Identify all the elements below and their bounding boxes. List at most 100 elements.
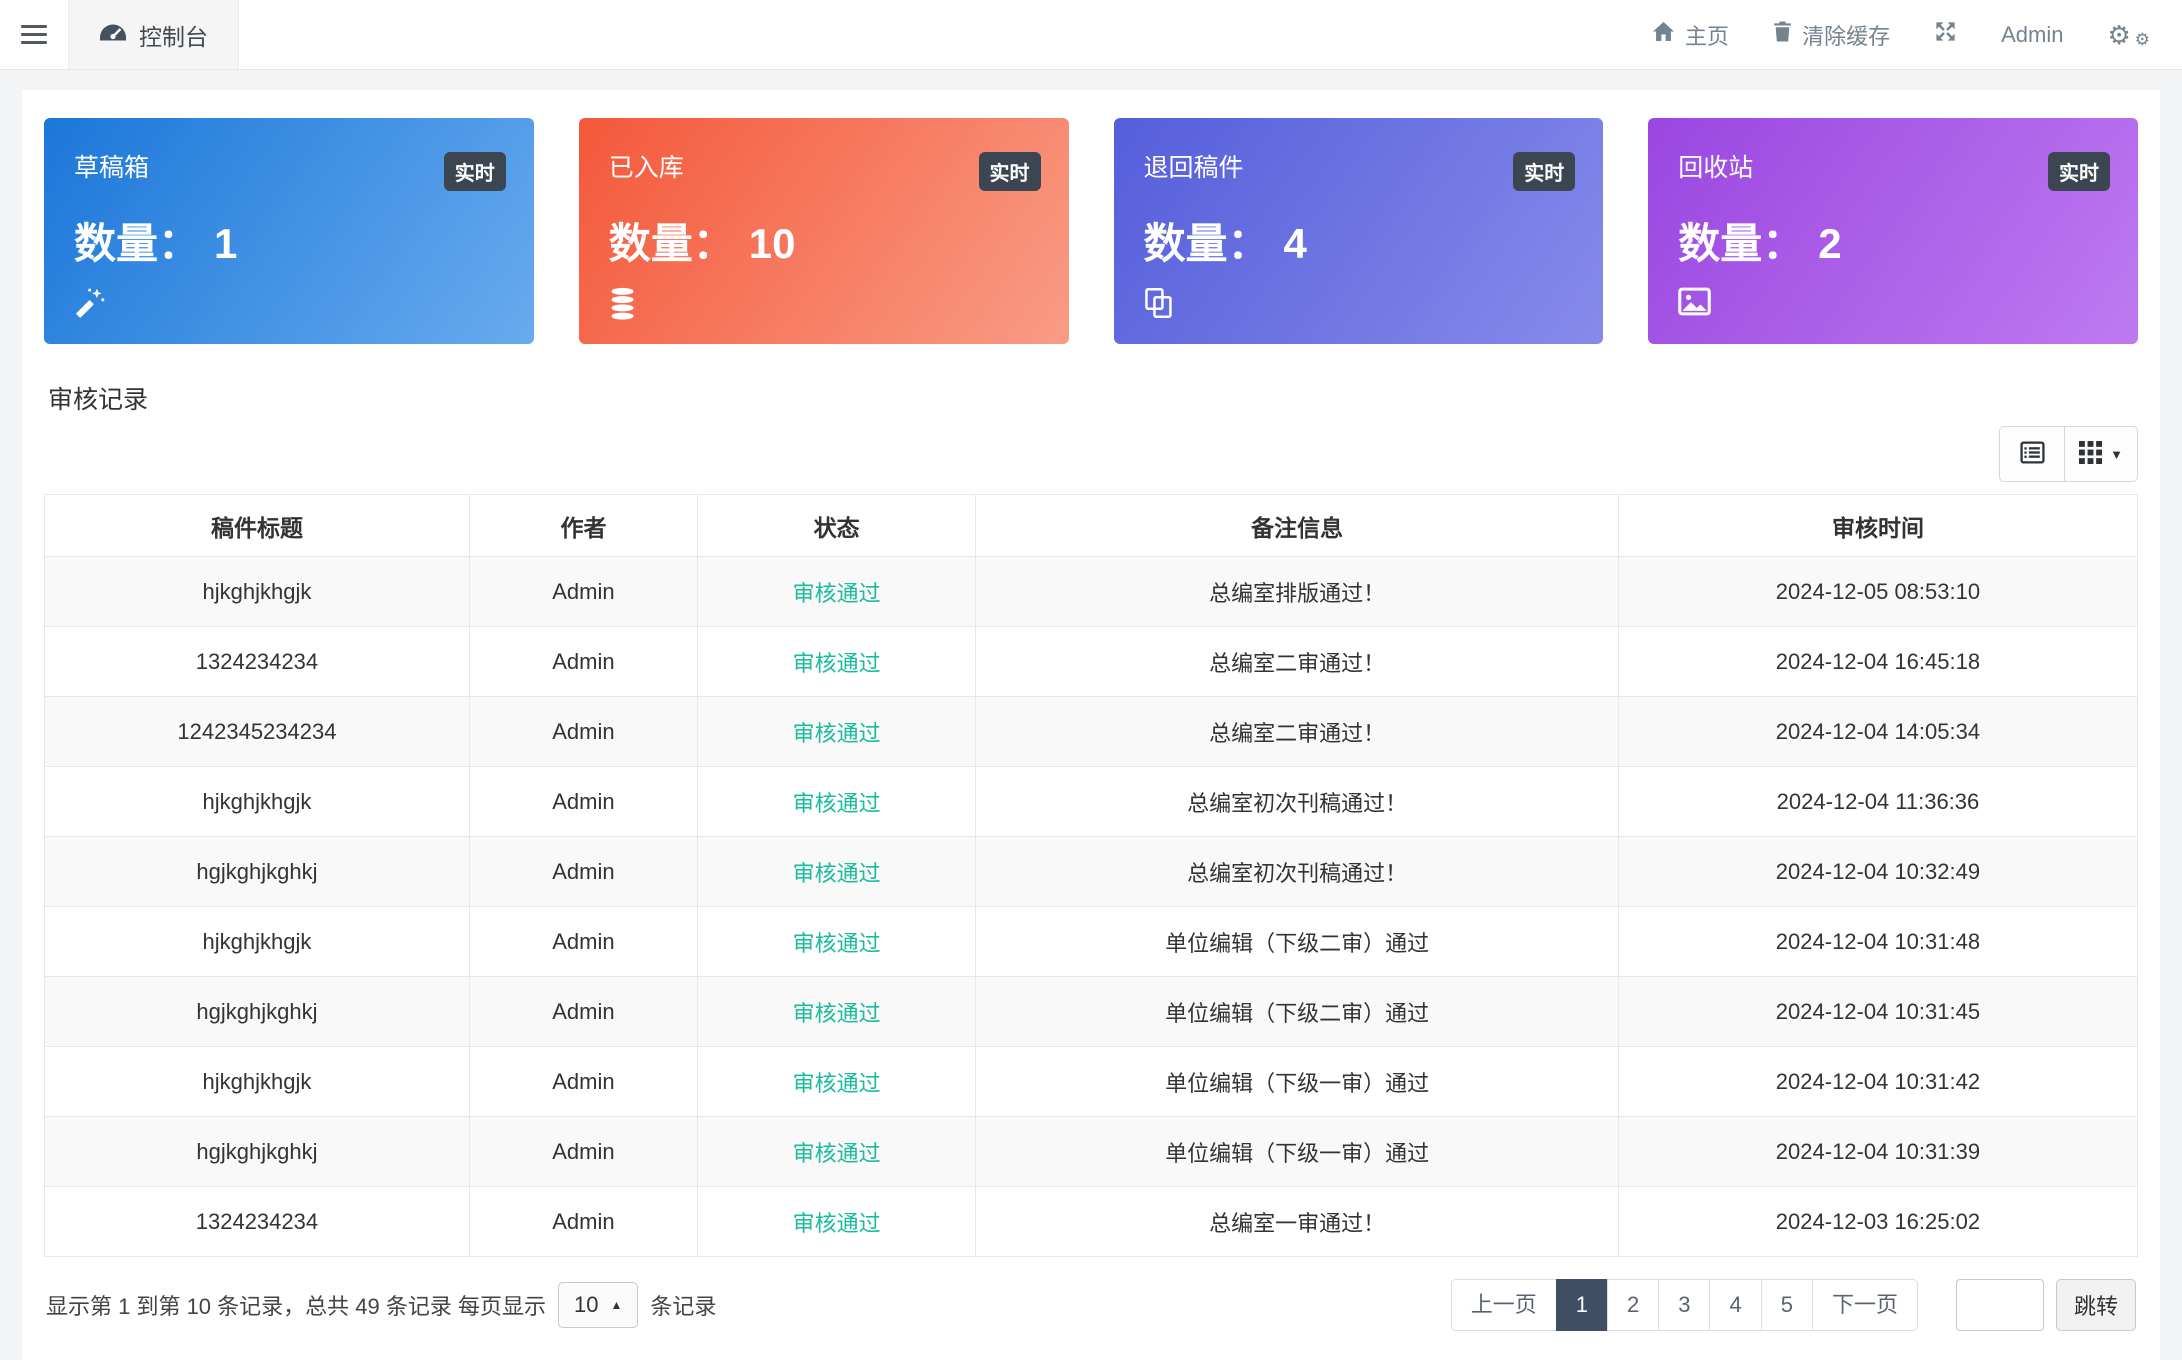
main-content-panel: 草稿箱 实时 数量： 1 已入库 实时 数量： 10 退回稿件 实时 数量： 4: [22, 90, 2160, 1360]
status-link[interactable]: 审核通过: [793, 651, 881, 676]
manuscript-title-cell: hjkghjkhgjk: [45, 907, 470, 977]
column-header: 状态: [698, 495, 976, 557]
status-cell: 审核通过: [698, 977, 976, 1047]
settings-button[interactable]: ⚙⚙: [2085, 0, 2172, 69]
page-button-5[interactable]: 5: [1761, 1279, 1813, 1331]
audit-time-cell: 2024-12-05 08:53:10: [1618, 557, 2137, 627]
author-cell: Admin: [469, 1117, 697, 1187]
user-menu-label: Admin: [2001, 22, 2063, 48]
caret-up-icon: ▲: [610, 1298, 622, 1312]
stat-card-3[interactable]: 退回稿件 实时 数量： 4: [1114, 118, 1604, 344]
image-icon: [1678, 287, 2108, 321]
table-row: hjkghjkhgjkAdmin审核通过总编室排版通过！2024-12-05 0…: [45, 557, 2138, 627]
status-link[interactable]: 审核通过: [793, 791, 881, 816]
magic-wand-icon: [74, 287, 504, 321]
author-cell: Admin: [469, 557, 697, 627]
page-button-2[interactable]: 2: [1607, 1279, 1659, 1331]
table-row: 1324234234Admin审核通过总编室二审通过！2024-12-04 16…: [45, 627, 2138, 697]
card-count-value: 1: [214, 220, 237, 268]
hamburger-icon: [21, 25, 47, 28]
manuscript-title-cell: hgjkghjkghkj: [45, 977, 470, 1047]
next-page-button[interactable]: 下一页: [1812, 1279, 1918, 1331]
audit-time-cell: 2024-12-03 16:25:02: [1618, 1187, 2137, 1257]
stat-cards: 草稿箱 实时 数量： 1 已入库 实时 数量： 10 退回稿件 实时 数量： 4: [44, 118, 2138, 344]
tachometer-icon: [99, 21, 127, 48]
realtime-badge: 实时: [979, 152, 1041, 191]
audit-time-cell: 2024-12-04 10:31:48: [1618, 907, 2137, 977]
table-row: hjkghjkhgjkAdmin 审核通过 总编室初次刊稿通过！2024-12-04…: [45, 767, 2138, 837]
manuscript-title-cell: hgjkghjkghkj: [45, 837, 470, 907]
remark-cell: 总编室二审通过！: [976, 627, 1619, 697]
status-link[interactable]: 审核通过: [793, 721, 881, 746]
home-link[interactable]: 主页: [1630, 0, 1751, 69]
user-menu[interactable]: Admin: [1979, 0, 2085, 69]
pagination: 上一页12345下一页: [1451, 1279, 1918, 1331]
jump-button[interactable]: 跳转: [2056, 1279, 2136, 1331]
status-link[interactable]: 审核通过: [793, 1211, 881, 1236]
status-link[interactable]: 审核通过: [793, 581, 881, 606]
status-cell: 审核通过: [698, 907, 976, 977]
database-icon: [609, 287, 1039, 321]
author-cell: Admin: [469, 977, 697, 1047]
manuscript-title-cell: 1324234234: [45, 1187, 470, 1257]
status-cell: 审核通过: [698, 1187, 976, 1257]
grid-view-button[interactable]: ▼: [2065, 426, 2138, 482]
remark-cell: 总编室初次刊稿通过！: [976, 767, 1619, 837]
author-cell: Admin: [469, 767, 697, 837]
page-button-1[interactable]: 1: [1556, 1279, 1608, 1331]
status-link[interactable]: 审核通过: [793, 1071, 881, 1096]
status-cell: 审核通过: [698, 837, 976, 907]
stat-card-4[interactable]: 回收站 实时 数量： 2: [1648, 118, 2138, 344]
status-link[interactable]: 审核通过: [793, 1001, 881, 1026]
remark-cell: 总编室初次刊稿通过！: [976, 837, 1619, 907]
page-button-3[interactable]: 3: [1658, 1279, 1710, 1331]
caret-down-icon: ▼: [2110, 447, 2123, 462]
card-count-label: 数量：: [1144, 210, 1270, 271]
clear-cache-button[interactable]: 清除缓存: [1751, 0, 1912, 69]
tab-dashboard[interactable]: 控制台: [68, 0, 239, 69]
column-header: 备注信息: [976, 495, 1619, 557]
manuscript-title-cell: hjkghjkhgjk: [45, 767, 470, 837]
trash-icon: [1773, 21, 1792, 48]
remark-cell: 单位编辑（下级二审）通过: [976, 907, 1619, 977]
table-footer: 显示第 1 到第 10 条记录，总共 49 条记录 每页显示 10 ▲ 条记录 …: [44, 1257, 2138, 1357]
page-button-4[interactable]: 4: [1709, 1279, 1761, 1331]
section-title: 审核记录: [48, 380, 2134, 416]
fullscreen-button[interactable]: [1912, 0, 1979, 69]
remark-cell: 总编室一审通过！: [976, 1187, 1619, 1257]
audit-time-cell: 2024-12-04 10:31:45: [1618, 977, 2137, 1047]
status-link[interactable]: 审核通过: [793, 861, 881, 886]
table-row: 1242345234234Admin审核通过总编室二审通过！2024-12-04…: [45, 697, 2138, 767]
status-cell: 审核通过: [698, 767, 976, 837]
stat-card-2[interactable]: 已入库 实时 数量： 10: [579, 118, 1069, 344]
audit-time-cell: 2024-12-04 10:31:39: [1618, 1117, 2137, 1187]
records-summary: 显示第 1 到第 10 条记录，总共 49 条记录 每页显示 10 ▲ 条记录: [46, 1282, 716, 1328]
realtime-badge: 实时: [2048, 152, 2110, 191]
page-size-dropdown[interactable]: 10 ▲: [558, 1282, 638, 1328]
status-link[interactable]: 审核通过: [793, 931, 881, 956]
remark-cell: 单位编辑（下级二审）通过: [976, 977, 1619, 1047]
author-cell: Admin: [469, 837, 697, 907]
prev-page-button[interactable]: 上一页: [1451, 1279, 1557, 1331]
remark-cell: 单位编辑（下级一审）通过: [976, 1117, 1619, 1187]
audit-time-cell: 2024-12-04 11:36:36: [1618, 767, 2137, 837]
manuscript-title-cell: hgjkghjkghkj: [45, 1117, 470, 1187]
jump-page-input[interactable]: [1956, 1279, 2044, 1331]
status-cell: 审核通过: [698, 697, 976, 767]
author-cell: Admin: [469, 697, 697, 767]
table-toolbar: ▼: [44, 426, 2138, 482]
detail-view-button[interactable]: [1999, 426, 2065, 482]
remark-cell: 总编室排版通过！: [976, 557, 1619, 627]
card-title: 退回稿件: [1144, 148, 1574, 184]
status-cell: 审核通过: [698, 1047, 976, 1117]
grid-icon: [2079, 441, 2102, 467]
stat-card-1[interactable]: 草稿箱 实时 数量： 1: [44, 118, 534, 344]
realtime-badge: 实时: [1513, 152, 1575, 191]
sidebar-toggle-button[interactable]: [0, 0, 68, 69]
card-title: 回收站: [1678, 148, 2108, 184]
table-row: hgjkghjkghkjAdmin 审核通过 单位编辑（下级二审）通过2024-12…: [45, 977, 2138, 1047]
status-link[interactable]: 审核通过: [793, 1141, 881, 1166]
status-cell: 审核通过: [698, 557, 976, 627]
audit-time-cell: 2024-12-04 16:45:18: [1618, 627, 2137, 697]
author-cell: Admin: [469, 1187, 697, 1257]
